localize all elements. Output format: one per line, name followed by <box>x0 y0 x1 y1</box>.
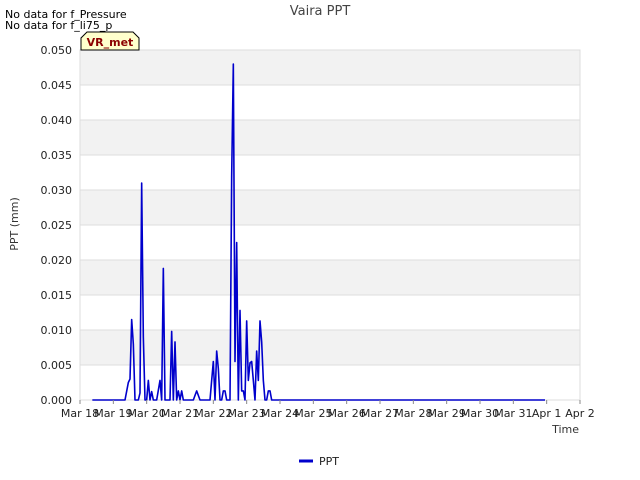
y-tick-label: 0.050 <box>41 44 73 57</box>
legend: PPT <box>299 455 339 468</box>
y-tick-label: 0.005 <box>41 359 73 372</box>
y-tick-label: 0.030 <box>41 184 73 197</box>
x-tick-label: Mar 31 <box>494 407 532 420</box>
y-tick-label: 0.015 <box>41 289 73 302</box>
plot-band <box>80 50 580 85</box>
y-axis-title: PPT (mm) <box>8 197 21 251</box>
plot-band <box>80 365 580 400</box>
plot-band <box>80 190 580 225</box>
y-tick-label: 0.025 <box>41 219 73 232</box>
y-tick-label: 0.040 <box>41 114 73 127</box>
y-tick-label: 0.020 <box>41 254 73 267</box>
y-tick-label: 0.010 <box>41 324 73 337</box>
vr-met-badge: VR_met <box>80 31 140 51</box>
y-tick-label: 0.000 <box>41 394 73 407</box>
x-axis-title: Time <box>551 423 579 436</box>
plot-band <box>80 120 580 155</box>
x-tick-label: Apr 1 <box>532 407 562 420</box>
plot-band <box>80 155 580 190</box>
badge-label: VR_met <box>87 36 134 49</box>
x-tick-label: Apr 2 <box>565 407 595 420</box>
ppt-chart: 0.000 0.005 0.010 0.015 0.020 0.025 0.030 0.035… <box>8 4 595 468</box>
plot-band <box>80 295 580 330</box>
plot-band <box>80 260 580 295</box>
plot-band <box>80 85 580 120</box>
chart-title: Vaira PPT <box>290 4 351 19</box>
x-axis: Mar 18Mar 19Mar 20Mar 21Mar 22Mar 23Mar … <box>61 400 595 420</box>
y-tick-label: 0.045 <box>41 79 73 92</box>
plot-band <box>80 330 580 365</box>
y-tick-label: 0.035 <box>41 149 73 162</box>
plot-band <box>80 225 580 260</box>
legend-label-ppt: PPT <box>319 455 339 468</box>
y-axis: 0.000 0.005 0.010 0.015 0.020 0.025 0.030 0.035… <box>41 44 73 407</box>
